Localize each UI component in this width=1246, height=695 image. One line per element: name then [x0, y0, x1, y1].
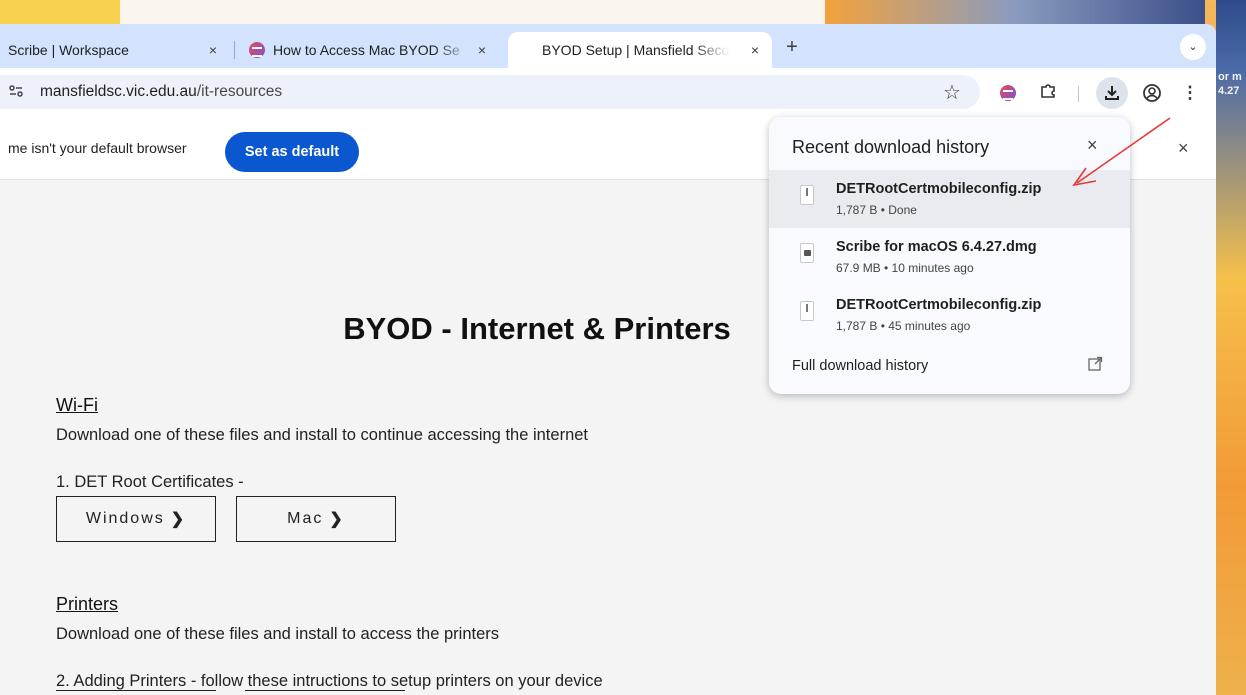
windows-button-label: Windows: [85, 510, 165, 527]
background-window-text: or m 4.27: [1218, 71, 1242, 97]
zip-file-icon: [800, 185, 814, 205]
tab-title: How to Access Mac BYOD Se: [273, 42, 460, 58]
tab-close-icon[interactable]: ×: [473, 41, 491, 59]
step-2-label: 2. Adding Printers - follow these intruc…: [56, 672, 603, 690]
tab-strip: Scribe | Workspace × How to Access Mac B…: [0, 24, 1216, 68]
mac-download-button[interactable]: Mac ❯: [236, 496, 396, 542]
tab-byod-setup-active[interactable]: BYOD Setup | Mansfield Seco ×: [508, 32, 772, 68]
download-filename: DETRootCertmobileconfig.zip: [836, 297, 1042, 313]
desktop-wallpaper-strip: [1216, 0, 1246, 695]
browser-toolbar: mansfieldsc.vic.edu.au/it-resources ☆ ⋮: [0, 68, 1216, 118]
printer-button-partial[interactable]: [245, 690, 405, 695]
infobar-message: me isn't your default browser: [8, 140, 187, 156]
tab-close-icon[interactable]: ×: [204, 41, 222, 59]
tab-close-icon[interactable]: ×: [746, 41, 764, 59]
download-item[interactable]: DETRootCertmobileconfig.zip 1,787 B • 45…: [769, 286, 1130, 344]
extensions-puzzle-icon[interactable]: [1036, 81, 1060, 105]
download-meta: 1,787 B • Done: [836, 203, 917, 217]
download-icon[interactable]: [1096, 77, 1128, 109]
url-path: /it-resources: [196, 83, 283, 100]
zip-file-icon: [800, 301, 814, 321]
scribe-extension-button[interactable]: [996, 81, 1020, 105]
set-as-default-button[interactable]: Set as default: [225, 132, 359, 172]
scribe-favicon-icon: [249, 42, 265, 58]
tab-scribe-workspace[interactable]: Scribe | Workspace ×: [0, 32, 230, 68]
scribe-extension-icon: [1000, 85, 1016, 101]
download-filename: DETRootCertmobileconfig.zip: [836, 181, 1042, 197]
address-bar[interactable]: mansfieldsc.vic.edu.au/it-resources ☆: [0, 75, 980, 109]
tab-separator: [234, 41, 235, 59]
open-in-new-icon[interactable]: [1087, 356, 1103, 376]
chevron-right-icon: ❯: [329, 511, 345, 528]
new-tab-button[interactable]: +: [780, 36, 804, 60]
downloads-close-icon[interactable]: ×: [1087, 135, 1098, 156]
chevron-right-icon: ❯: [170, 511, 187, 528]
tab-title: Scribe | Workspace: [8, 42, 129, 58]
infobar-close-icon[interactable]: ×: [1178, 138, 1189, 159]
tab-search-button[interactable]: ⌄: [1180, 34, 1206, 60]
tab-how-to-access-mac[interactable]: How to Access Mac BYOD Se ×: [237, 32, 499, 68]
downloads-popup: Recent download history × DETRootCertmob…: [769, 117, 1130, 394]
toolbar-separator: [1078, 86, 1079, 102]
bookmark-star-icon[interactable]: ☆: [943, 80, 961, 105]
profile-avatar-icon[interactable]: [1140, 81, 1164, 105]
wifi-heading-link[interactable]: Wi-Fi: [56, 395, 98, 416]
windows-download-button[interactable]: Windows ❯: [56, 496, 216, 542]
download-filename: Scribe for macOS 6.4.27.dmg: [836, 239, 1037, 255]
wifi-description: Download one of these files and install …: [56, 426, 589, 444]
tune-icon[interactable]: [8, 83, 26, 101]
dmg-file-icon: [800, 243, 814, 263]
download-item[interactable]: DETRootCertmobileconfig.zip 1,787 B • Do…: [769, 170, 1130, 228]
printers-heading-link[interactable]: Printers: [56, 594, 118, 615]
printers-description: Download one of these files and install …: [56, 625, 500, 643]
download-meta: 67.9 MB • 10 minutes ago: [836, 261, 974, 275]
tab-title: BYOD Setup | Mansfield Seco: [542, 42, 730, 58]
mac-button-label: Mac: [287, 510, 324, 527]
download-meta: 1,787 B • 45 minutes ago: [836, 319, 971, 333]
full-download-history-link[interactable]: Full download history: [792, 358, 928, 374]
more-menu-icon[interactable]: ⋮: [1178, 81, 1202, 105]
url-host: mansfieldsc.vic.edu.au: [40, 83, 197, 100]
url-text: mansfieldsc.vic.edu.au/it-resources: [40, 83, 282, 101]
printer-button-partial[interactable]: [56, 690, 216, 695]
step-1-label: 1. DET Root Certificates -: [56, 473, 244, 491]
downloads-popup-title: Recent download history: [792, 137, 990, 157]
download-item[interactable]: Scribe for macOS 6.4.27.dmg 67.9 MB • 10…: [769, 228, 1130, 286]
